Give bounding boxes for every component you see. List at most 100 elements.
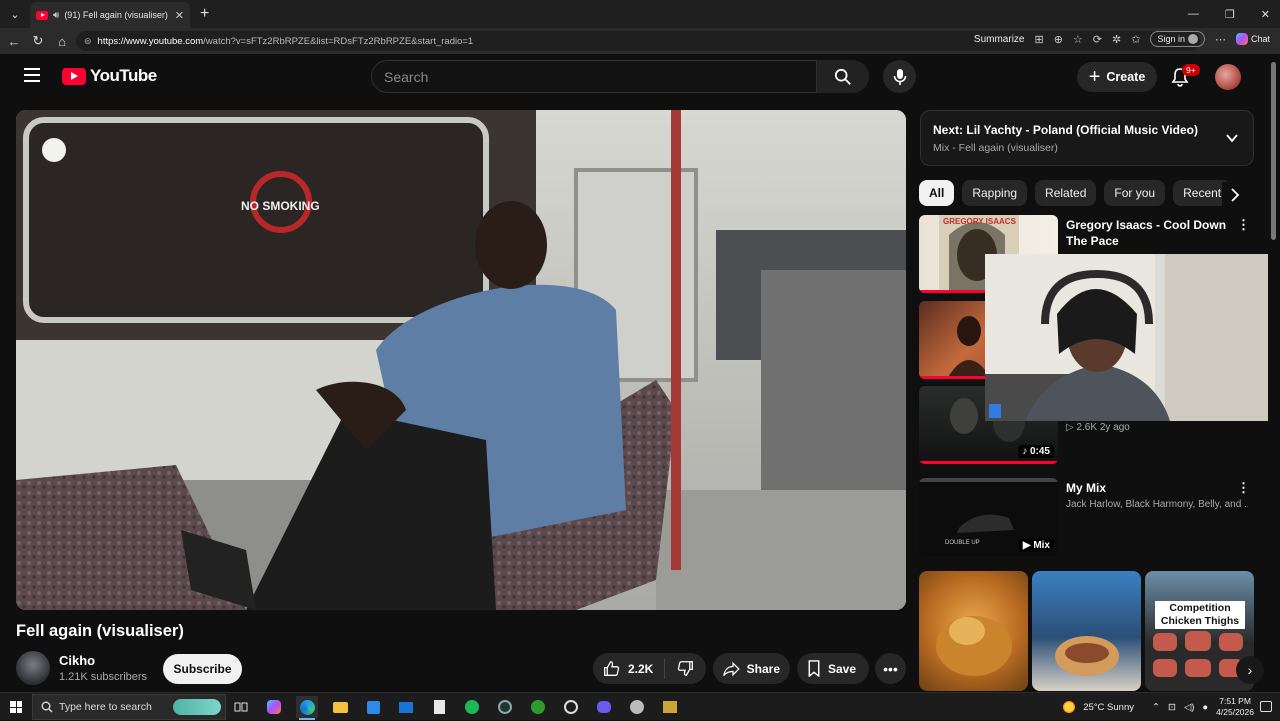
time: 7:51 PM [1219,696,1251,706]
weather-text[interactable]: 25°C Sunny [1083,702,1134,713]
minimize-icon[interactable]: — [1188,8,1199,20]
speaker-icon[interactable]: 🔊︎ [53,10,59,21]
share-button[interactable]: Share [713,653,790,684]
youtube-header: YouTube Search + Create 9+ [0,54,1268,100]
page-scrollbar-thumb[interactable] [1271,62,1276,240]
spotify-icon[interactable] [461,696,483,718]
up-next-panel[interactable]: Next: Lil Yachty - Poland (Official Musi… [920,110,1254,166]
chips-next-button[interactable] [1222,182,1248,208]
microphone-icon [893,68,906,85]
recommendation-title: My Mix [1066,481,1107,495]
extensions-puzzle-icon[interactable]: ✲ [1112,33,1121,46]
like-count: 2.2K [628,661,654,676]
home-icon[interactable]: ⌂ [50,34,74,49]
no-smoking-sign: NO SMOKING [241,199,320,213]
more-horizontal-icon: ••• [883,660,898,677]
chip-rapping[interactable]: Rapping [962,180,1028,206]
refresh-icon[interactable]: ↻ [26,33,50,49]
discord-icon[interactable] [593,696,615,718]
refresh-extension-icon[interactable]: ⟳ [1093,33,1102,46]
task-view-icon[interactable] [230,696,252,718]
video-title: Fell again (visualiser) [16,622,184,640]
favorite-star-icon[interactable]: ☆ [1073,33,1083,46]
voice-search-button[interactable] [883,60,916,93]
plus-icon: + [1088,66,1101,88]
restore-icon[interactable]: ❐ [1225,8,1235,21]
up-next-prefix: Next: [933,123,964,137]
close-window-icon[interactable]: ✕ [1261,8,1270,21]
search-icon [834,68,851,85]
sign-in-button[interactable]: Sign in [1150,31,1205,47]
windows-start-icon[interactable] [10,701,22,713]
tab-list-button[interactable]: ⌄ [4,3,26,25]
edge-browser-icon[interactable] [296,696,318,720]
shorts-item[interactable] [1032,571,1141,691]
toolbar-right: Summarize ⊞ ⊕ ☆ ⟳ ✲ ✩ Sign in ⋯ Chat [974,31,1270,47]
video-frame: NO SMOKING [16,110,906,610]
shorts-thumbnail [1055,636,1119,676]
youtube-logo[interactable]: YouTube [62,66,157,86]
mix-name: Mix - Fell again (visualiser) [933,142,1058,154]
favorites-icon[interactable]: ✩ [1131,33,1140,46]
menu-icon[interactable] [24,68,40,86]
microphone-icon[interactable]: ● [1202,702,1208,713]
chevron-down-icon[interactable] [1225,131,1239,145]
copilot-chat-button[interactable]: Chat [1235,33,1270,45]
search-highlight-image [173,699,221,715]
chip-all[interactable]: All [919,180,955,206]
mail-icon[interactable] [395,696,417,718]
clock[interactable]: 7:51 PM 4/25/2026 [1216,696,1254,718]
site-info-icon[interactable]: ⊜ [84,36,92,47]
copilot-app-icon[interactable] [263,696,285,718]
chevron-up-icon[interactable]: ⌃ [1152,702,1160,713]
volume-icon[interactable]: ◁) [1184,702,1194,713]
profile-icon [1187,34,1198,44]
new-tab-button[interactable]: + [200,5,209,23]
notepad-icon[interactable] [428,696,450,718]
chevron-right-icon: › [1247,662,1253,678]
recommendation-item[interactable]: DOUBLE UP ▶ Mix My Mix Jack Harlow, Blac… [919,478,1259,558]
network-icon[interactable]: ⊡ [1168,702,1176,713]
channel-avatar[interactable] [16,651,50,685]
more-menu-icon[interactable]: ⋯ [1215,33,1226,46]
mix-badge-label: Mix [1033,540,1050,551]
video-player[interactable]: NO SMOKING [16,110,906,610]
close-tab-icon[interactable]: ✕ [175,9,184,22]
like-button[interactable]: 2.2K [593,658,665,679]
shorts-thumbnail [936,616,1012,676]
search-button[interactable] [817,60,869,93]
create-button[interactable]: + Create [1077,62,1157,92]
chip-related[interactable]: Related [1035,180,1097,206]
thumbnail-text: DOUBLE UP [945,540,980,546]
extension-icon[interactable]: ⊞ [1034,33,1043,46]
chip-for-you[interactable]: For you [1104,180,1166,206]
account-avatar[interactable] [1215,64,1241,90]
url-host: https://www.youtube.com [97,35,204,47]
more-vertical-icon[interactable]: ⋮ [1237,480,1250,496]
browser-tab[interactable]: 🔊︎ (91) Fell again (visualiser) - Yo ✕ [30,2,190,28]
xbox-icon[interactable] [527,696,549,718]
store-icon[interactable] [362,696,384,718]
summarize-button[interactable]: Summarize [974,34,1025,45]
search-input[interactable]: Search [371,60,817,93]
back-icon[interactable]: ← [2,34,26,49]
taskbar-search-box[interactable]: Type here to search [32,694,226,720]
video-thumbnail[interactable]: DOUBLE UP ▶ Mix [919,478,1058,556]
save-button[interactable]: Save [797,653,869,684]
taskbar-search-placeholder: Type here to search [59,701,152,713]
app-icon[interactable] [626,696,648,718]
channel-name[interactable]: Cikho [59,653,95,668]
shorts-next-button[interactable]: › [1236,656,1264,684]
file-explorer-icon[interactable] [329,696,351,718]
app-icon[interactable] [659,696,681,718]
more-vertical-icon[interactable]: ⋮ [1237,217,1250,233]
subscribe-button[interactable]: Subscribe [163,654,242,684]
dislike-button[interactable] [665,660,706,677]
shorts-item[interactable] [919,571,1028,691]
zoom-icon[interactable]: ⊕ [1054,33,1063,46]
notification-center-icon[interactable] [1260,701,1272,712]
app-icon[interactable] [494,696,516,718]
more-actions-button[interactable]: ••• [875,653,906,684]
webcam-overlay [985,254,1280,421]
app-icon[interactable] [560,696,582,718]
